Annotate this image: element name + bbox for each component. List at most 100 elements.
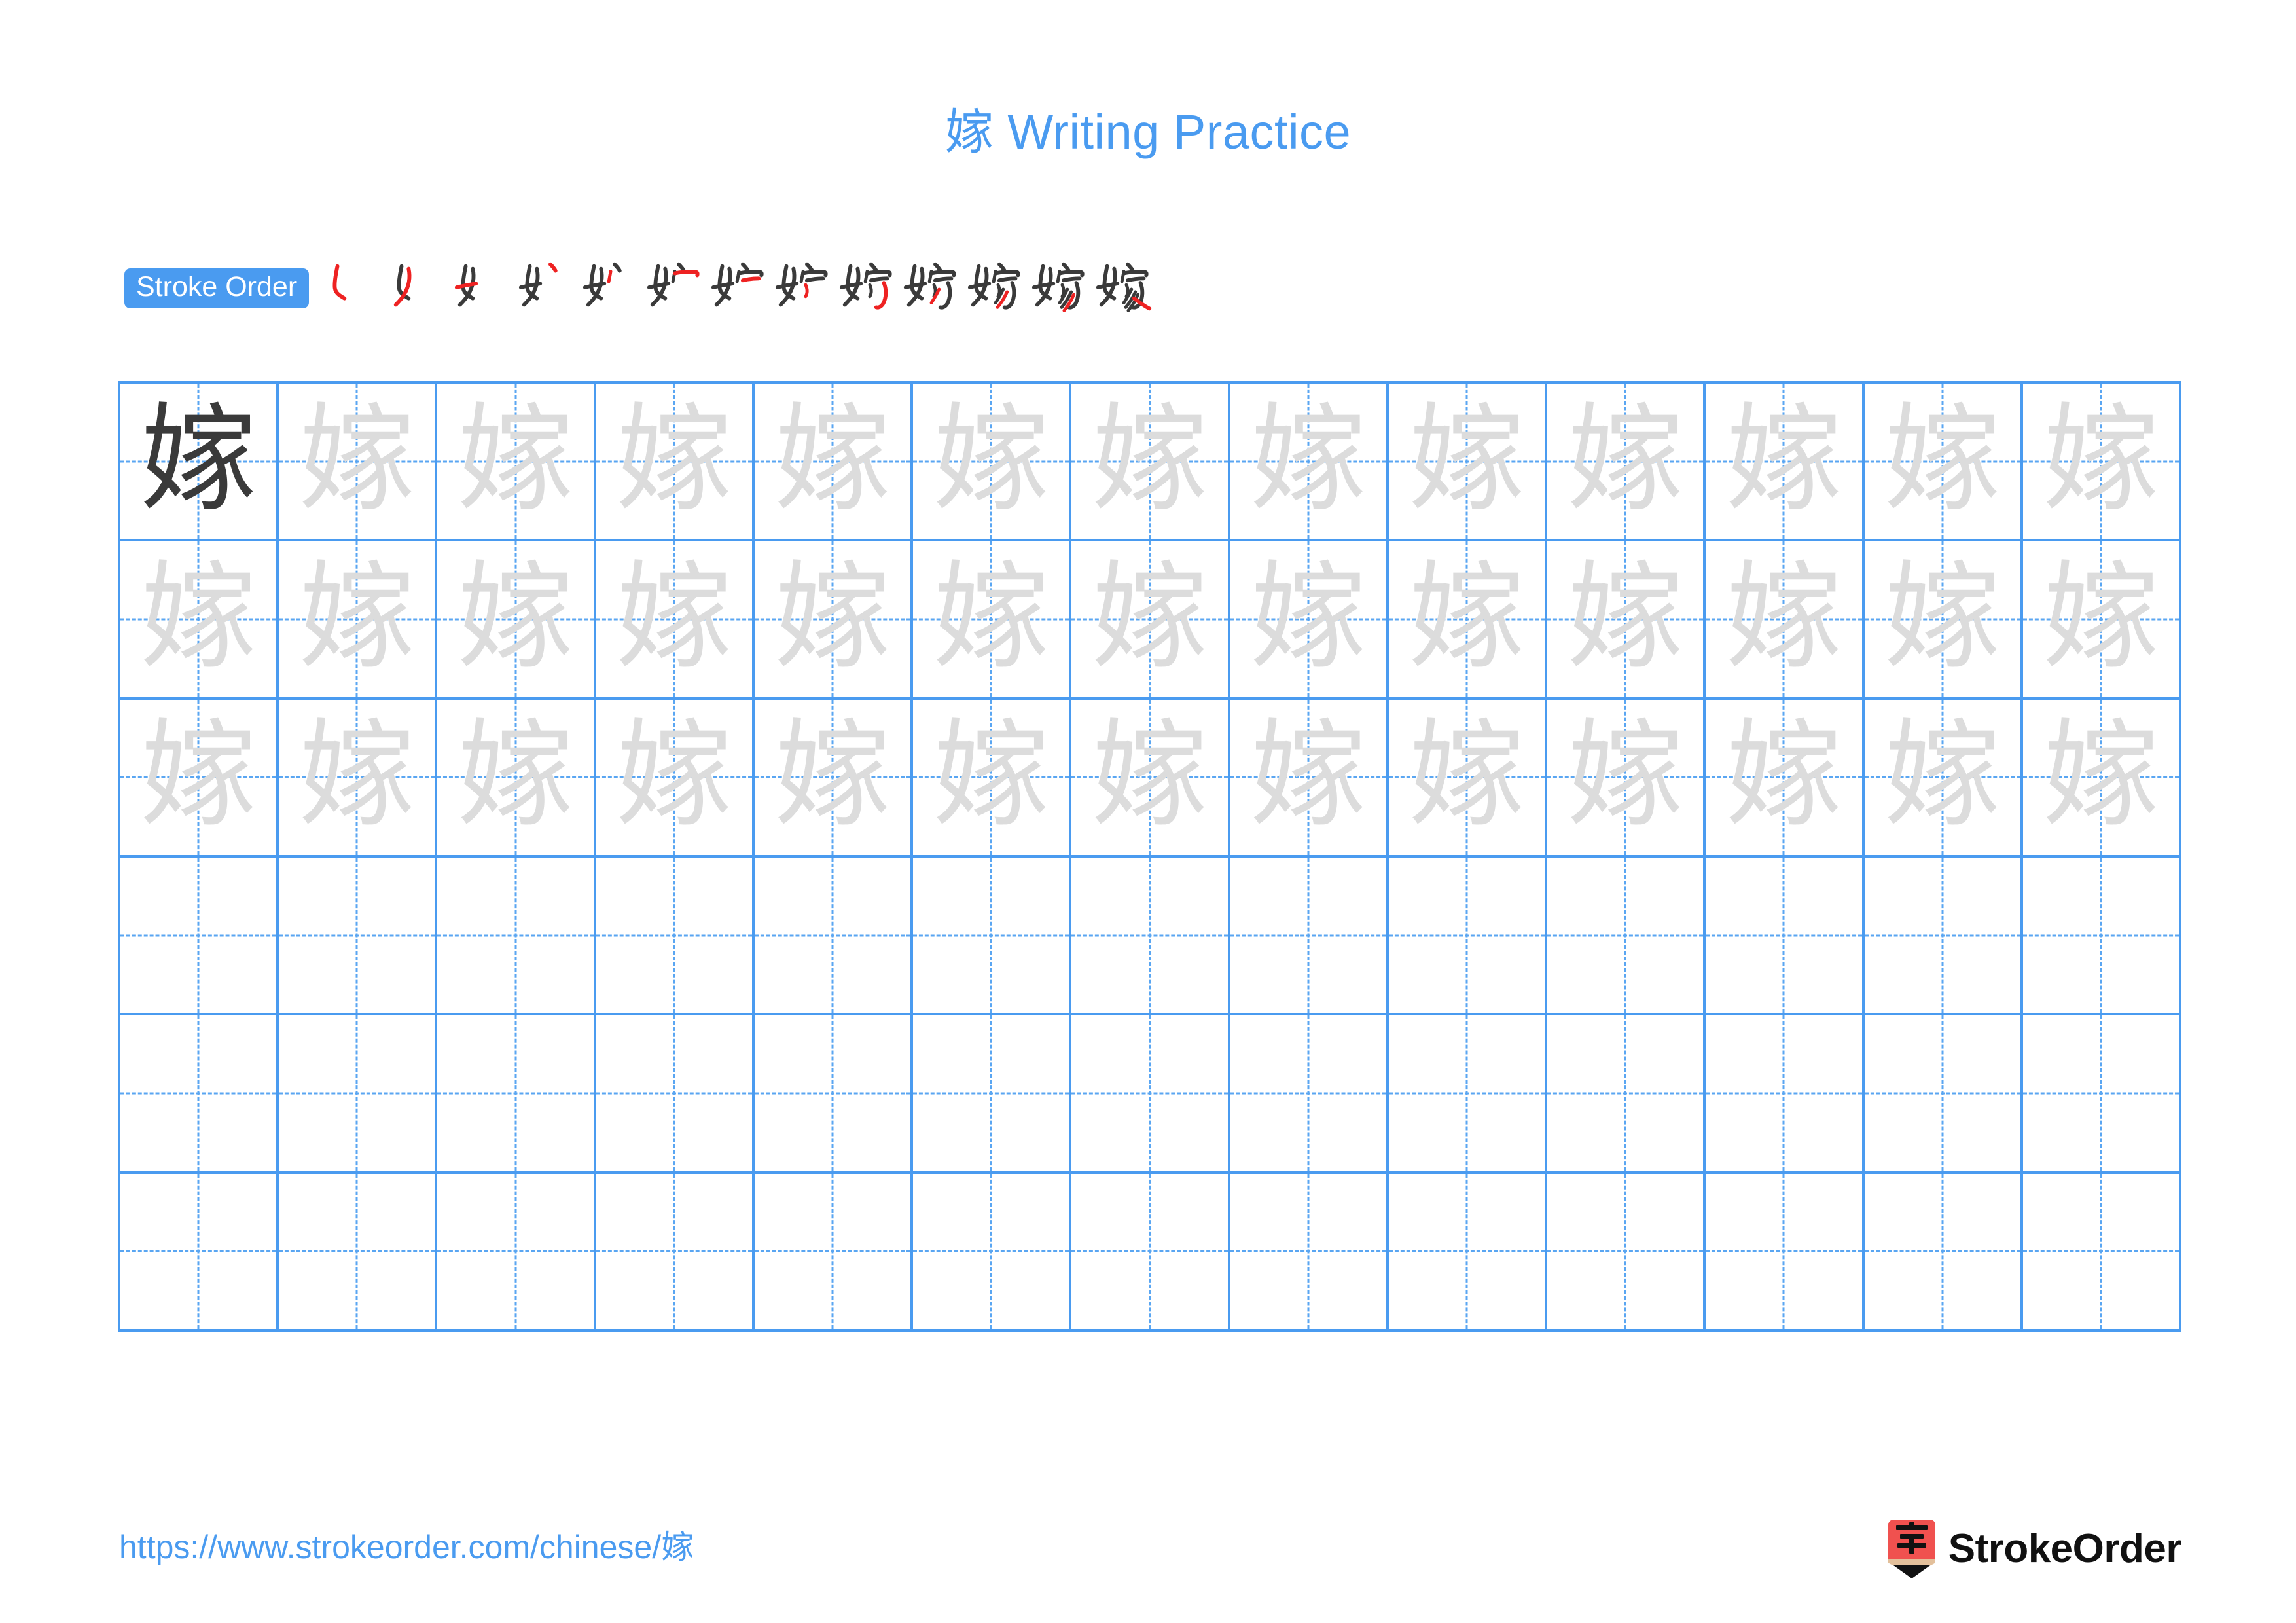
grid-cell-empty[interactable] (120, 1015, 279, 1174)
grid-cell-trace[interactable]: 嫁 (279, 699, 438, 858)
practice-grid: 嫁嫁嫁嫁嫁嫁嫁嫁嫁嫁嫁嫁嫁嫁嫁嫁嫁嫁嫁嫁嫁嫁嫁嫁嫁嫁嫁嫁嫁嫁嫁嫁嫁嫁嫁嫁嫁嫁嫁 (118, 381, 2182, 1332)
grid-cell-trace[interactable]: 嫁 (1706, 699, 1865, 858)
grid-cell-trace[interactable]: 嫁 (2022, 541, 2182, 700)
grid-cell-trace[interactable]: 嫁 (437, 699, 596, 858)
grid-cell-trace[interactable]: 嫁 (1230, 384, 1389, 542)
grid-cell-trace[interactable]: 嫁 (1388, 699, 1548, 858)
grid-row (120, 1173, 2182, 1332)
grid-cell-trace[interactable]: 嫁 (1547, 699, 1706, 858)
grid-cell-trace[interactable]: 嫁 (1230, 699, 1389, 858)
trace-character: 嫁 (457, 391, 574, 527)
grid-cell-empty[interactable] (1706, 1015, 1865, 1174)
trace-character: 嫁 (1408, 549, 1525, 685)
grid-cell-empty[interactable] (1230, 1015, 1389, 1174)
stroke-step-4 (516, 253, 580, 323)
grid-cell-trace[interactable]: 嫁 (1071, 541, 1230, 700)
grid-cell-empty[interactable] (1388, 857, 1548, 1016)
grid-cell-empty[interactable] (1864, 1015, 2023, 1174)
grid-cell-trace[interactable]: 嫁 (596, 699, 755, 858)
grid-cell-empty[interactable] (1230, 1173, 1389, 1332)
grid-cell-trace[interactable]: 嫁 (279, 541, 438, 700)
grid-cell-trace[interactable]: 嫁 (1388, 541, 1548, 700)
pencil-logo-icon (1888, 1520, 1935, 1578)
grid-cell-trace[interactable]: 嫁 (1388, 384, 1548, 542)
grid-cell-trace[interactable]: 嫁 (1547, 541, 1706, 700)
trace-character: 嫁 (1884, 391, 2001, 527)
trace-character: 嫁 (457, 549, 574, 685)
grid-cell-empty[interactable] (913, 1173, 1072, 1332)
grid-cell-trace[interactable]: 嫁 (120, 541, 279, 700)
grid-cell-empty[interactable] (120, 1173, 279, 1332)
grid-cell-empty[interactable] (1547, 1015, 1706, 1174)
grid-cell-empty[interactable] (1388, 1015, 1548, 1174)
trace-character: 嫁 (1567, 391, 1684, 527)
source-url[interactable]: https://www.strokeorder.com/chinese/嫁 (119, 1531, 694, 1563)
grid-cell-empty[interactable] (1388, 1173, 1548, 1332)
grid-cell-empty[interactable] (279, 1015, 438, 1174)
grid-cell-empty[interactable] (596, 1015, 755, 1174)
grid-cell-empty[interactable] (437, 1173, 596, 1332)
grid-cell-empty[interactable] (754, 1173, 914, 1332)
grid-cell-empty[interactable] (913, 857, 1072, 1016)
grid-cell-empty[interactable] (1706, 1173, 1865, 1332)
grid-cell-empty[interactable] (1547, 1173, 1706, 1332)
trace-character: 嫁 (1091, 391, 1208, 527)
grid-cell-empty[interactable] (754, 857, 914, 1016)
grid-cell-trace[interactable]: 嫁 (2022, 384, 2182, 542)
grid-cell-model[interactable]: 嫁 (120, 384, 279, 542)
grid-cell-empty[interactable] (1547, 857, 1706, 1016)
grid-cell-empty[interactable] (279, 1173, 438, 1332)
grid-cell-empty[interactable] (913, 1015, 1072, 1174)
grid-cell-empty[interactable] (1230, 857, 1389, 1016)
grid-cell-trace[interactable]: 嫁 (1706, 541, 1865, 700)
grid-cell-empty[interactable] (1071, 1015, 1230, 1174)
trace-character: 嫁 (615, 549, 732, 685)
grid-cell-trace[interactable]: 嫁 (1071, 384, 1230, 542)
grid-cell-empty[interactable] (596, 857, 755, 1016)
grid-cell-trace[interactable]: 嫁 (1864, 699, 2023, 858)
grid-cell-empty[interactable] (596, 1173, 755, 1332)
trace-character: 嫁 (1725, 707, 1842, 843)
grid-cell-empty[interactable] (1864, 1173, 2023, 1332)
grid-cell-empty[interactable] (437, 857, 596, 1016)
stroke-step-9 (836, 253, 901, 323)
grid-cell-trace[interactable]: 嫁 (754, 699, 914, 858)
grid-cell-trace[interactable]: 嫁 (913, 541, 1072, 700)
grid-cell-trace[interactable]: 嫁 (437, 384, 596, 542)
grid-cell-empty[interactable] (279, 857, 438, 1016)
grid-cell-empty[interactable] (1071, 857, 1230, 1016)
grid-cell-trace[interactable]: 嫁 (437, 541, 596, 700)
grid-cell-empty[interactable] (1071, 1173, 1230, 1332)
grid-cell-empty[interactable] (1864, 857, 2023, 1016)
grid-cell-empty[interactable] (1706, 857, 1865, 1016)
stroke-step-1 (323, 253, 387, 323)
grid-cell-trace[interactable]: 嫁 (120, 699, 279, 858)
grid-cell-trace[interactable]: 嫁 (2022, 699, 2182, 858)
grid-cell-trace[interactable]: 嫁 (279, 384, 438, 542)
trace-character: 嫁 (774, 707, 891, 843)
grid-cell-trace[interactable]: 嫁 (1864, 541, 2023, 700)
grid-cell-trace[interactable]: 嫁 (1230, 541, 1389, 700)
trace-character: 嫁 (298, 707, 416, 843)
grid-cell-trace[interactable]: 嫁 (1547, 384, 1706, 542)
grid-cell-trace[interactable]: 嫁 (913, 699, 1072, 858)
stroke-step-5 (580, 253, 644, 323)
grid-row: 嫁嫁嫁嫁嫁嫁嫁嫁嫁嫁嫁嫁嫁 (120, 541, 2182, 700)
grid-cell-trace[interactable]: 嫁 (754, 541, 914, 700)
trace-character: 嫁 (1884, 707, 2001, 843)
grid-cell-empty[interactable] (2022, 1015, 2182, 1174)
grid-cell-trace[interactable]: 嫁 (596, 384, 755, 542)
grid-cell-empty[interactable] (754, 1015, 914, 1174)
grid-cell-trace[interactable]: 嫁 (596, 541, 755, 700)
grid-cell-empty[interactable] (120, 857, 279, 1016)
grid-cell-empty[interactable] (2022, 1173, 2182, 1332)
grid-row: 嫁嫁嫁嫁嫁嫁嫁嫁嫁嫁嫁嫁嫁 (120, 384, 2182, 542)
grid-cell-trace[interactable]: 嫁 (1864, 384, 2023, 542)
stroke-order-steps (323, 253, 1157, 323)
grid-cell-trace[interactable]: 嫁 (1071, 699, 1230, 858)
grid-cell-trace[interactable]: 嫁 (913, 384, 1072, 542)
grid-cell-trace[interactable]: 嫁 (1706, 384, 1865, 542)
grid-cell-empty[interactable] (2022, 857, 2182, 1016)
grid-cell-empty[interactable] (437, 1015, 596, 1174)
grid-cell-trace[interactable]: 嫁 (754, 384, 914, 542)
